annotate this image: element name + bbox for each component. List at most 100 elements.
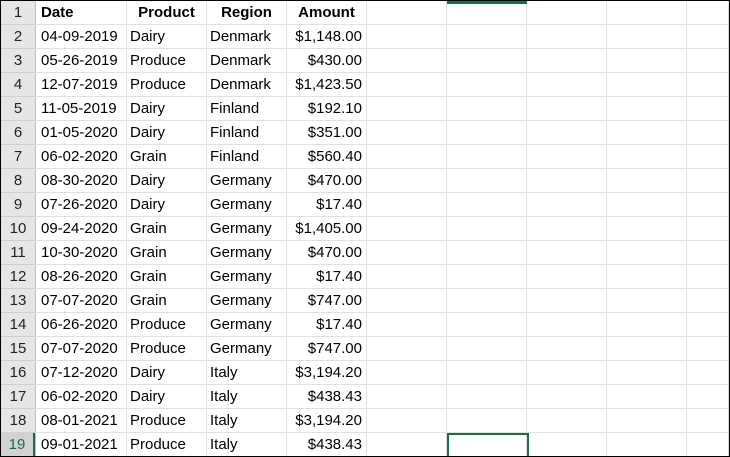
empty-cell[interactable] bbox=[607, 409, 687, 433]
empty-cell[interactable] bbox=[607, 265, 687, 289]
table-cell[interactable]: $470.00 bbox=[287, 241, 367, 265]
empty-cell[interactable] bbox=[687, 73, 729, 97]
empty-cell[interactable] bbox=[687, 1, 729, 25]
empty-cell[interactable] bbox=[607, 25, 687, 49]
empty-cell[interactable] bbox=[367, 1, 447, 25]
column-header-cell[interactable]: Region bbox=[207, 1, 287, 25]
empty-cell[interactable] bbox=[527, 73, 607, 97]
empty-cell[interactable] bbox=[607, 73, 687, 97]
empty-cell[interactable] bbox=[367, 193, 447, 217]
empty-cell[interactable] bbox=[447, 409, 527, 433]
empty-cell[interactable] bbox=[447, 73, 527, 97]
table-cell[interactable]: Germany bbox=[207, 169, 287, 193]
row-header[interactable]: 7 bbox=[1, 145, 35, 169]
row-header[interactable]: 17 bbox=[1, 385, 35, 409]
empty-cell[interactable] bbox=[607, 289, 687, 313]
row-header[interactable]: 5 bbox=[1, 97, 35, 121]
table-cell[interactable]: Germany bbox=[207, 313, 287, 337]
empty-cell[interactable] bbox=[447, 193, 527, 217]
table-cell[interactable]: $1,148.00 bbox=[287, 25, 367, 49]
empty-cell[interactable] bbox=[687, 265, 729, 289]
empty-cell[interactable] bbox=[367, 433, 447, 456]
table-cell[interactable]: Italy bbox=[207, 385, 287, 409]
empty-cell[interactable] bbox=[367, 289, 447, 313]
row-header[interactable]: 2 bbox=[1, 25, 35, 49]
table-cell[interactable]: Grain bbox=[127, 241, 207, 265]
empty-cell[interactable] bbox=[607, 241, 687, 265]
table-cell[interactable]: Dairy bbox=[127, 121, 207, 145]
table-cell[interactable]: Dairy bbox=[127, 385, 207, 409]
empty-cell[interactable] bbox=[607, 313, 687, 337]
row-header[interactable]: 14 bbox=[1, 313, 35, 337]
table-cell[interactable]: 09-01-2021 bbox=[35, 433, 127, 456]
empty-cell[interactable] bbox=[687, 49, 729, 73]
table-cell[interactable]: Denmark bbox=[207, 73, 287, 97]
row-header[interactable]: 4 bbox=[1, 73, 35, 97]
table-cell[interactable]: Germany bbox=[207, 289, 287, 313]
table-cell[interactable]: $747.00 bbox=[287, 337, 367, 361]
empty-cell[interactable] bbox=[527, 25, 607, 49]
empty-cell[interactable] bbox=[447, 313, 527, 337]
empty-cell[interactable] bbox=[367, 361, 447, 385]
row-header[interactable]: 13 bbox=[1, 289, 35, 313]
empty-cell[interactable] bbox=[447, 385, 527, 409]
empty-cell[interactable] bbox=[687, 145, 729, 169]
empty-cell[interactable] bbox=[527, 217, 607, 241]
table-cell[interactable]: $438.43 bbox=[287, 385, 367, 409]
empty-cell[interactable] bbox=[447, 337, 527, 361]
table-cell[interactable]: 08-30-2020 bbox=[35, 169, 127, 193]
empty-cell[interactable] bbox=[367, 121, 447, 145]
column-header-cell[interactable]: Product bbox=[127, 1, 207, 25]
empty-cell[interactable] bbox=[607, 121, 687, 145]
empty-cell[interactable] bbox=[527, 121, 607, 145]
row-header[interactable]: 10 bbox=[1, 217, 35, 241]
table-cell[interactable]: Grain bbox=[127, 289, 207, 313]
empty-cell[interactable] bbox=[607, 1, 687, 25]
empty-cell[interactable] bbox=[367, 217, 447, 241]
table-cell[interactable]: Grain bbox=[127, 217, 207, 241]
table-cell[interactable]: 08-26-2020 bbox=[35, 265, 127, 289]
table-cell[interactable]: Germany bbox=[207, 337, 287, 361]
table-cell[interactable]: $3,194.20 bbox=[287, 361, 367, 385]
empty-cell[interactable] bbox=[447, 145, 527, 169]
column-header-cell[interactable]: Date bbox=[35, 1, 127, 25]
table-cell[interactable]: Produce bbox=[127, 409, 207, 433]
table-cell[interactable]: $430.00 bbox=[287, 49, 367, 73]
table-cell[interactable]: 08-01-2021 bbox=[35, 409, 127, 433]
empty-cell[interactable] bbox=[687, 217, 729, 241]
empty-cell[interactable] bbox=[527, 265, 607, 289]
empty-cell[interactable] bbox=[687, 193, 729, 217]
table-cell[interactable]: Germany bbox=[207, 193, 287, 217]
table-cell[interactable]: $747.00 bbox=[287, 289, 367, 313]
empty-cell[interactable] bbox=[527, 313, 607, 337]
empty-cell[interactable] bbox=[527, 409, 607, 433]
empty-cell[interactable] bbox=[367, 145, 447, 169]
empty-cell[interactable] bbox=[447, 169, 527, 193]
table-cell[interactable]: Finland bbox=[207, 121, 287, 145]
table-cell[interactable]: Italy bbox=[207, 409, 287, 433]
empty-cell[interactable] bbox=[607, 433, 687, 456]
table-cell[interactable]: Dairy bbox=[127, 193, 207, 217]
row-header[interactable]: 15 bbox=[1, 337, 35, 361]
table-cell[interactable]: Produce bbox=[127, 73, 207, 97]
row-header[interactable]: 1 bbox=[1, 1, 35, 25]
table-cell[interactable]: 04-09-2019 bbox=[35, 25, 127, 49]
table-cell[interactable]: Germany bbox=[207, 241, 287, 265]
table-cell[interactable]: Denmark bbox=[207, 49, 287, 73]
table-cell[interactable]: 05-26-2019 bbox=[35, 49, 127, 73]
table-cell[interactable]: 06-26-2020 bbox=[35, 313, 127, 337]
empty-cell[interactable] bbox=[367, 337, 447, 361]
table-cell[interactable]: $1,423.50 bbox=[287, 73, 367, 97]
empty-cell[interactable] bbox=[607, 169, 687, 193]
empty-cell[interactable] bbox=[447, 241, 527, 265]
empty-cell[interactable] bbox=[527, 385, 607, 409]
empty-cell[interactable] bbox=[687, 241, 729, 265]
row-header[interactable]: 9 bbox=[1, 193, 35, 217]
table-cell[interactable]: 07-12-2020 bbox=[35, 361, 127, 385]
empty-cell[interactable] bbox=[367, 169, 447, 193]
empty-cell[interactable] bbox=[607, 361, 687, 385]
empty-cell[interactable] bbox=[447, 289, 527, 313]
row-header[interactable]: 11 bbox=[1, 241, 35, 265]
empty-cell[interactable] bbox=[607, 193, 687, 217]
row-header[interactable]: 12 bbox=[1, 265, 35, 289]
